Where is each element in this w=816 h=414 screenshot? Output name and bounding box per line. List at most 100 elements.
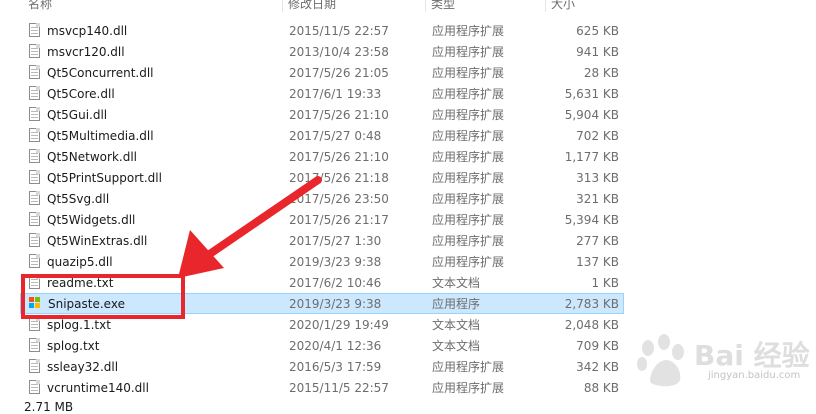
file-name-cell: splog.txt	[29, 336, 100, 357]
column-divider[interactable]	[545, 0, 546, 12]
file-name-cell: Qt5WinExtras.dll	[29, 231, 147, 252]
column-divider[interactable]	[282, 0, 283, 12]
file-name-cell: splog.1.txt	[29, 315, 111, 336]
file-row[interactable]: msvcr120.dll 2013/10/4 23:58 应用程序扩展 941 KB	[20, 41, 624, 62]
dll-file-icon	[29, 359, 41, 374]
file-row[interactable]: Qt5Core.dll 2017/6/1 19:33 应用程序扩展 5,631 KB	[20, 83, 624, 104]
file-name-cell: vcruntime140.dll	[29, 378, 149, 399]
file-name-text: Snipaste.exe	[48, 297, 125, 311]
file-type-cell: 应用程序扩展	[432, 45, 505, 59]
file-size-cell: 321 KB	[576, 192, 619, 206]
dll-file-icon	[29, 149, 41, 164]
file-size-cell: 137 KB	[576, 255, 619, 269]
file-type-cell: 应用程序扩展	[432, 360, 505, 374]
file-name-cell: Qt5Concurrent.dll	[29, 63, 154, 84]
file-row[interactable]: Qt5Multimedia.dll 2017/5/27 0:48 应用程序扩展 702…	[20, 125, 624, 146]
file-row[interactable]: vcruntime140.dll 2015/11/5 22:57 应用程序扩展 88 …	[20, 377, 624, 398]
file-name-cell: msvcp140.dll	[29, 21, 127, 42]
file-type-cell: 应用程序扩展	[432, 255, 505, 269]
text-file-icon	[29, 275, 41, 290]
file-date-cell: 2017/5/26 21:17	[289, 213, 389, 227]
file-row[interactable]: readme.txt 2017/6/2 10:46 文本文档 1 KB	[20, 272, 624, 293]
file-type-cell: 应用程序	[432, 297, 481, 311]
file-type-cell: 应用程序扩展	[432, 213, 505, 227]
file-date-cell: 2017/5/26 23:50	[289, 192, 389, 206]
file-name-text: msvcp140.dll	[47, 24, 128, 38]
file-row[interactable]: Qt5Svg.dll 2017/5/26 23:50 应用程序扩展 321 KB	[20, 188, 624, 209]
file-date-cell: 2017/6/2 10:46	[289, 276, 382, 290]
baidu-jingyan-watermark: Bai 经验 jingyan.baidu.com	[632, 330, 810, 398]
file-size-cell: 88 KB	[583, 381, 619, 395]
snipaste-app-icon	[29, 296, 42, 311]
file-name-cell: Qt5Multimedia.dll	[29, 126, 154, 147]
file-row[interactable]: Qt5Network.dll 2017/5/26 21:10 应用程序扩展 1,177…	[20, 146, 624, 167]
column-header-date[interactable]: 修改日期	[288, 0, 336, 12]
file-row[interactable]: splog.txt 2020/4/1 12:36 文本文档 709 KB	[20, 335, 624, 356]
column-header-size[interactable]: 大小	[551, 0, 575, 12]
file-row[interactable]: Qt5Gui.dll 2017/5/26 21:10 应用程序扩展 5,904 KB	[20, 104, 624, 125]
column-divider[interactable]	[425, 0, 426, 12]
file-date-cell: 2017/5/26 21:18	[289, 171, 389, 185]
column-header-row: 名称 修改日期 类型 大小	[20, 0, 630, 12]
baidu-paw-logo	[637, 334, 684, 387]
file-date-cell: 2015/11/5 22:57	[289, 24, 389, 38]
file-type-cell: 应用程序扩展	[432, 171, 505, 185]
file-name-text: quazip5.dll	[47, 255, 113, 269]
file-row[interactable]: Qt5PrintSupport.dll 2017/5/26 21:18 应用程序扩展…	[20, 167, 624, 188]
file-name-text: Qt5PrintSupport.dll	[47, 171, 162, 185]
file-type-cell: 应用程序扩展	[432, 150, 505, 164]
file-name-cell: Qt5Core.dll	[29, 84, 115, 105]
dll-file-icon	[29, 128, 41, 143]
file-date-cell: 2019/3/23 9:38	[289, 297, 382, 311]
column-header-name[interactable]: 名称	[28, 0, 52, 12]
dll-file-icon	[29, 191, 41, 206]
file-size-cell: 28 KB	[583, 66, 619, 80]
column-header-type[interactable]: 类型	[431, 0, 455, 12]
dll-file-icon	[29, 44, 41, 59]
file-size-cell: 5,394 KB	[564, 213, 619, 227]
file-date-cell: 2017/5/27 1:30	[289, 234, 382, 248]
file-size-cell: 5,904 KB	[564, 108, 619, 122]
file-name-text: Qt5Multimedia.dll	[47, 129, 154, 143]
file-name-text: vcruntime140.dll	[47, 381, 149, 395]
file-name-text: Qt5WinExtras.dll	[47, 234, 148, 248]
file-row[interactable]: quazip5.dll 2019/3/23 9:38 应用程序扩展 137 KB	[20, 251, 624, 272]
file-date-cell: 2013/10/4 23:58	[289, 45, 389, 59]
file-size-cell: 941 KB	[576, 45, 619, 59]
file-row[interactable]: msvcp140.dll 2015/11/5 22:57 应用程序扩展 625 KB	[20, 20, 624, 41]
file-list: msvcp140.dll 2015/11/5 22:57 应用程序扩展 625 KB m…	[20, 20, 624, 398]
file-size-cell: 277 KB	[576, 234, 619, 248]
file-name-cell: Snipaste.exe	[29, 294, 125, 315]
file-name-text: Qt5Widgets.dll	[47, 213, 136, 227]
file-row[interactable]: Qt5WinExtras.dll 2017/5/27 1:30 应用程序扩展 277 …	[20, 230, 624, 251]
file-size-cell: 2,048 KB	[564, 318, 619, 332]
dll-file-icon	[29, 170, 41, 185]
file-size-cell: 702 KB	[576, 129, 619, 143]
file-size-cell: 2,783 KB	[564, 297, 619, 311]
dll-file-icon	[29, 65, 41, 80]
file-name-cell: Qt5Svg.dll	[29, 189, 109, 210]
file-row[interactable]: Snipaste.exe 2019/3/23 9:38 应用程序 2,783 KB	[20, 293, 624, 314]
dll-file-icon	[29, 380, 41, 395]
file-size-cell: 1 KB	[591, 276, 619, 290]
file-type-cell: 应用程序扩展	[432, 108, 505, 122]
file-type-cell: 应用程序扩展	[432, 192, 505, 206]
file-date-cell: 2020/4/1 12:36	[289, 339, 382, 353]
file-name-text: Qt5Network.dll	[47, 150, 137, 164]
file-type-cell: 应用程序扩展	[432, 129, 505, 143]
file-row[interactable]: Qt5Widgets.dll 2017/5/26 21:17 应用程序扩展 5,394…	[20, 209, 624, 230]
file-name-cell: readme.txt	[29, 273, 113, 294]
dll-file-icon	[29, 23, 41, 38]
file-size-cell: 1,177 KB	[564, 150, 619, 164]
file-name-text: ssleay32.dll	[47, 360, 119, 374]
file-name-cell: msvcr120.dll	[29, 42, 125, 63]
file-row[interactable]: ssleay32.dll 2016/5/3 17:59 应用程序扩展 342 KB	[20, 356, 624, 377]
file-date-cell: 2015/11/5 22:57	[289, 381, 389, 395]
file-date-cell: 2017/5/27 0:48	[289, 129, 382, 143]
text-file-icon	[29, 338, 41, 353]
file-row[interactable]: Qt5Concurrent.dll 2017/5/26 21:05 应用程序扩展 28…	[20, 62, 624, 83]
file-row[interactable]: splog.1.txt 2020/1/29 19:49 文本文档 2,048 KB	[20, 314, 624, 335]
file-type-cell: 应用程序扩展	[432, 234, 505, 248]
dll-file-icon	[29, 107, 41, 122]
navigation-pane-edge	[0, 0, 12, 414]
